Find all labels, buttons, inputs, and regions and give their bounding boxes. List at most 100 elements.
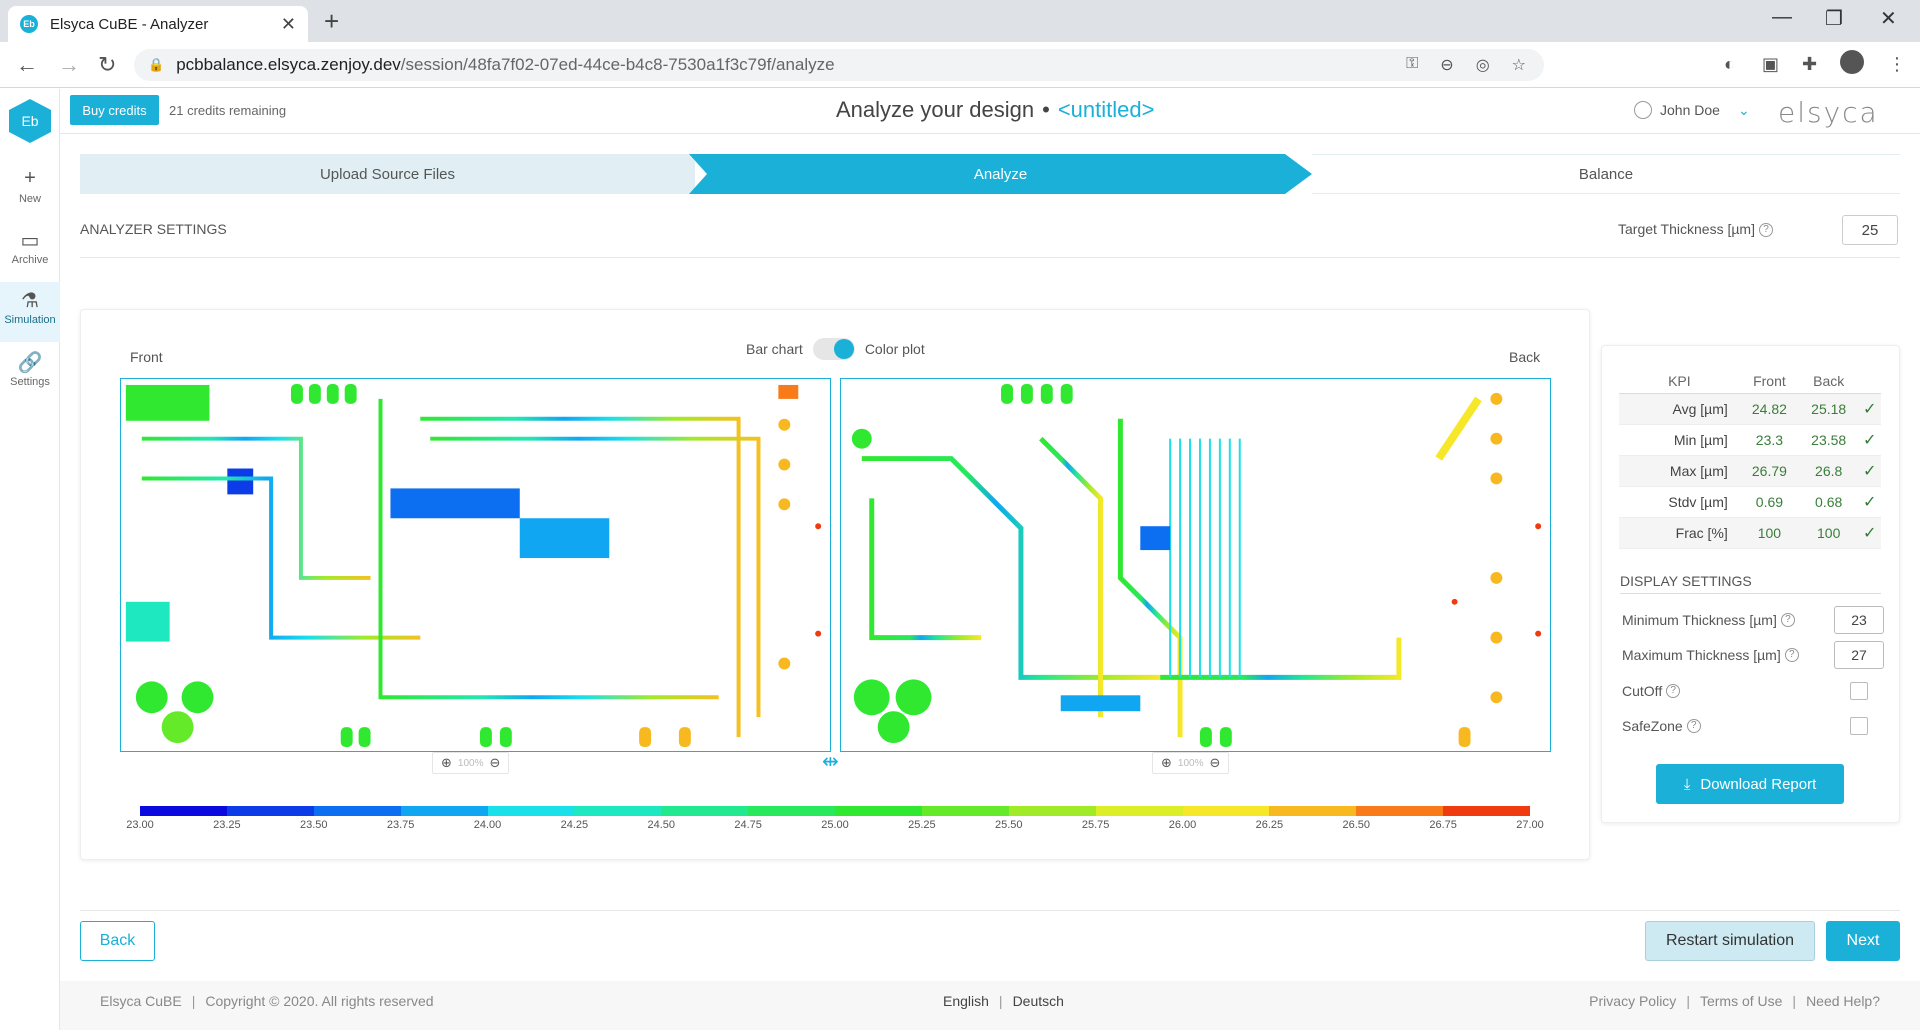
close-window-icon[interactable]: ✕: [1880, 6, 1897, 31]
extension-c-icon[interactable]: ▣: [1762, 54, 1779, 75]
sidebar-item-simulation[interactable]: ⚗ Simulation: [0, 282, 60, 342]
back-color-plot[interactable]: [840, 378, 1551, 752]
extensions-puzzle-icon[interactable]: ✚: [1802, 54, 1817, 75]
max-thickness-row: Maximum Thickness [µm]?: [1622, 640, 1884, 670]
header-divider: [60, 133, 1920, 134]
safezone-checkbox[interactable]: [1850, 717, 1868, 735]
zoom-in-icon[interactable]: ⊕: [1161, 755, 1172, 771]
help-icon[interactable]: ?: [1686, 719, 1701, 733]
app-logo[interactable]: Eb: [9, 99, 51, 143]
terms-of-use-link[interactable]: Terms of Use: [1700, 993, 1782, 1009]
help-icon[interactable]: ?: [1758, 223, 1773, 238]
check-icon: ✓: [1858, 486, 1881, 518]
help-icon[interactable]: ?: [1666, 684, 1681, 698]
page-title-text: Analyze your design: [836, 97, 1035, 122]
table-row: Min [µm] 23.3 23.58 ✓: [1619, 424, 1881, 456]
sidebar-item-settings[interactable]: 🔗 Settings: [0, 344, 60, 404]
cutoff-checkbox[interactable]: [1850, 682, 1868, 700]
front-header: Front: [1739, 369, 1800, 394]
eye-off-icon[interactable]: ◎: [1476, 55, 1490, 75]
favicon-icon: Eb: [20, 15, 38, 33]
footer-links: Privacy Policy | Terms of Use | Need Help?: [1589, 993, 1880, 1009]
kpi-table: KPI Front Back Avg [µm] 24.82 25.18 ✓ Mi…: [1619, 369, 1881, 549]
zoom-out-icon[interactable]: ⊖: [1209, 755, 1220, 771]
star-icon[interactable]: ☆: [1512, 55, 1526, 75]
browser-tabbar: Eb Elsyca CuBE - Analyzer ✕ + — ❐ ✕: [0, 0, 1920, 42]
help-icon[interactable]: ?: [1780, 613, 1795, 627]
sidebar-item-new[interactable]: + New: [0, 161, 60, 221]
scale-segment: [1269, 806, 1357, 816]
back-header: Back: [1799, 369, 1859, 394]
zoom-out-icon[interactable]: ⊖: [1440, 55, 1453, 75]
check-icon: ✓: [1858, 393, 1881, 425]
privacy-policy-link[interactable]: Privacy Policy: [1589, 993, 1676, 1009]
scale-segment: [1095, 806, 1183, 816]
minimize-icon[interactable]: —: [1772, 6, 1792, 29]
front-zoom-level: 100%: [457, 757, 484, 769]
forward-nav-icon[interactable]: →: [58, 52, 80, 78]
cutoff-row: CutOff?: [1622, 676, 1884, 706]
zoom-in-icon[interactable]: ⊕: [441, 755, 452, 771]
scale-tick-label: 23.25: [213, 819, 241, 831]
back-value: 25.18: [1799, 393, 1859, 425]
reload-icon[interactable]: ↻: [98, 52, 116, 78]
download-report-button[interactable]: ⤓ Download Report: [1656, 764, 1844, 804]
user-name: John Doe: [1660, 102, 1720, 118]
min-thickness-input[interactable]: [1834, 606, 1884, 634]
scale-tick-label: 24.75: [734, 819, 762, 831]
target-thickness-input[interactable]: [1842, 215, 1898, 245]
footer-copyright-text: Copyright © 2020. All rights reserved: [205, 993, 434, 1009]
zoom-out-icon[interactable]: ⊖: [489, 755, 500, 771]
lang-english-link[interactable]: English: [943, 993, 989, 1009]
download-icon: ⤓: [1683, 775, 1691, 793]
check-icon: ✓: [1858, 424, 1881, 456]
browser-tab[interactable]: Eb Elsyca CuBE - Analyzer ✕: [8, 6, 308, 42]
analyzer-settings-title: ANALYZER SETTINGS: [80, 221, 227, 237]
profile-avatar-icon[interactable]: [1840, 50, 1864, 74]
step-analyze[interactable]: Analyze: [689, 154, 1312, 194]
max-thickness-input[interactable]: [1834, 641, 1884, 669]
restart-simulation-button[interactable]: Restart simulation: [1645, 921, 1815, 961]
scale-tick-label: 26.50: [1342, 819, 1371, 831]
plot-toggle-switch[interactable]: [812, 338, 855, 360]
buy-credits-button[interactable]: Buy credits: [70, 95, 159, 125]
lang-deutsch-link[interactable]: Deutsch: [1013, 993, 1064, 1009]
next-button[interactable]: Next: [1826, 921, 1900, 961]
footer-product: Elsyca CuBE: [100, 993, 182, 1009]
scale-segment: [487, 806, 575, 816]
user-menu[interactable]: John Doe ⌄: [1634, 101, 1750, 119]
extension-circle-icon[interactable]: ◐: [1724, 54, 1735, 75]
download-report-label: Download Report: [1700, 775, 1817, 793]
sidebar-item-archive[interactable]: ▭ Archive: [0, 222, 60, 282]
compare-split-icon[interactable]: ⇹: [822, 749, 839, 774]
step-balance[interactable]: Balance: [1312, 154, 1900, 194]
user-icon: [1634, 101, 1652, 119]
front-color-plot[interactable]: [120, 378, 831, 752]
need-help-link[interactable]: Need Help?: [1806, 993, 1880, 1009]
url-field[interactable]: 🔒 pcbbalance.elsyca.zenjoy.dev/session/4…: [134, 49, 1544, 81]
display-settings-title: DISPLAY SETTINGS: [1620, 573, 1752, 589]
bar-chart-label[interactable]: Bar chart: [746, 341, 803, 357]
page-title: Analyze your design • <untitled>: [836, 97, 1154, 123]
design-name[interactable]: <untitled>: [1058, 97, 1155, 122]
actions-divider: [80, 910, 1900, 911]
back-pcb-image: [851, 383, 1542, 748]
front-label: Front: [130, 349, 163, 365]
color-plot-label[interactable]: Color plot: [865, 341, 925, 357]
step-upload[interactable]: Upload Source Files: [80, 154, 695, 194]
front-value: 100: [1739, 517, 1800, 549]
back-zoom-control: ⊕ 100% ⊖: [1152, 752, 1230, 774]
front-zoom-control: ⊕ 100% ⊖: [432, 752, 510, 774]
back-value: 23.58: [1799, 424, 1859, 456]
close-tab-icon[interactable]: ✕: [281, 14, 296, 35]
browser-menu-icon[interactable]: ⋮: [1888, 54, 1906, 75]
check-icon: ✓: [1858, 517, 1881, 549]
key-icon[interactable]: ⚿: [1406, 55, 1418, 75]
target-thickness-label: Target Thickness [µm]?: [1618, 221, 1773, 238]
back-nav-icon[interactable]: ←: [16, 52, 38, 78]
new-tab-icon[interactable]: +: [324, 8, 339, 34]
help-icon[interactable]: ?: [1784, 648, 1799, 662]
maximize-icon[interactable]: ❐: [1825, 6, 1843, 31]
scale-segment: [574, 806, 662, 816]
back-button[interactable]: Back: [80, 921, 155, 961]
